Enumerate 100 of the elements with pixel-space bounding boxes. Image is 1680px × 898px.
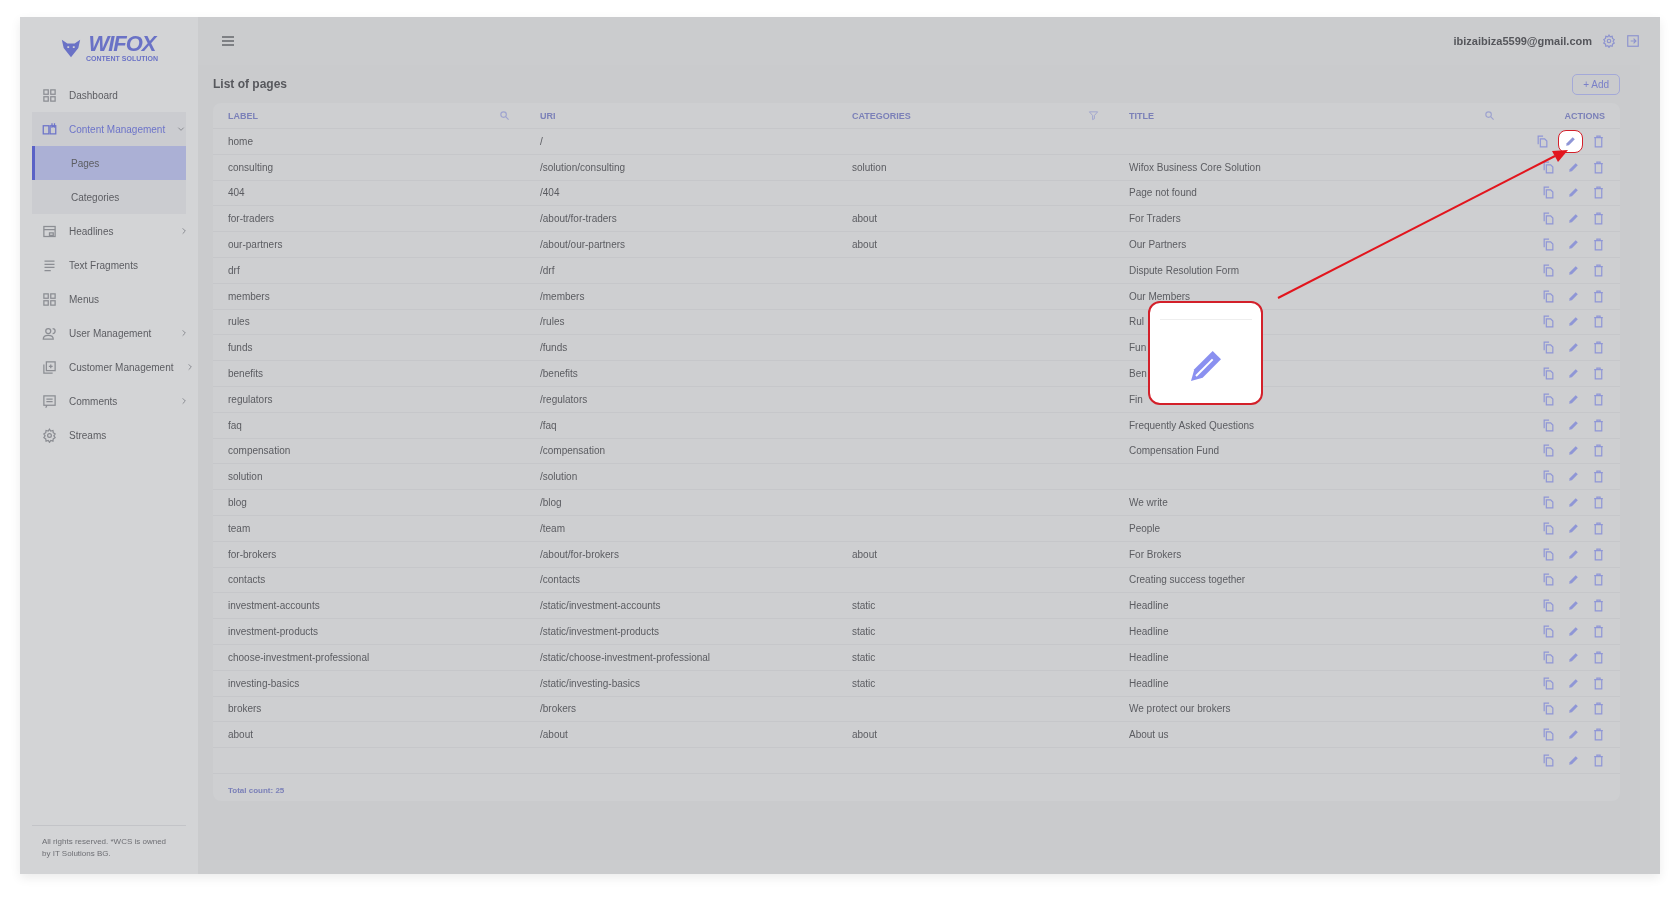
- table-cell: our-partners: [228, 239, 283, 251]
- search-icon[interactable]: [499, 110, 510, 121]
- filter-icon[interactable]: [1088, 110, 1099, 121]
- column-header: LABEL: [228, 110, 258, 121]
- search-icon[interactable]: [1484, 110, 1495, 121]
- pencil-icon: [1567, 599, 1580, 613]
- table-cell: /about/our-partners: [540, 239, 626, 251]
- logo-text: WIFOX: [88, 32, 156, 55]
- book-icon: [42, 121, 57, 137]
- sidebar-subitem[interactable]: Categories: [32, 180, 186, 214]
- sidebar-subitem[interactable]: Pages: [32, 146, 186, 180]
- table-cell: /funds: [540, 342, 568, 354]
- copy-icon: [1542, 315, 1555, 329]
- table-cell: /drf: [540, 264, 555, 276]
- table-cell: People: [1129, 522, 1161, 534]
- copy-icon: [1542, 444, 1555, 458]
- pencil-icon: [1567, 263, 1580, 277]
- table-cell: Page not found: [1129, 187, 1197, 199]
- table-cell: Headline: [1129, 651, 1169, 663]
- settings-icon: [1602, 34, 1616, 48]
- sidebar-item[interactable]: Content Management: [32, 112, 186, 146]
- trash-icon: [1592, 573, 1605, 587]
- sidebar-item[interactable]: Headlines: [20, 214, 198, 248]
- table-cell: members: [228, 290, 270, 302]
- table-cell: /blog: [540, 497, 562, 509]
- trash-icon: [1592, 212, 1605, 226]
- trash-icon: [1592, 238, 1605, 252]
- table-cell: rules: [228, 316, 250, 328]
- table-cell: Creating success together: [1129, 574, 1246, 586]
- settings-button[interactable]: [1602, 34, 1616, 48]
- table-cell: /static/investment-accounts: [540, 600, 661, 612]
- sidebar-item[interactable]: Comments: [20, 384, 198, 418]
- trash-icon: [1592, 134, 1605, 148]
- copy-icon: [1542, 160, 1555, 174]
- copy-icon: [1542, 263, 1555, 277]
- menu-icon: [220, 33, 236, 49]
- trash-icon: [1592, 754, 1605, 767]
- copy-icon: [1542, 599, 1555, 613]
- table-cell: /static/choose-investment-professional: [540, 651, 711, 663]
- sidebar-item[interactable]: User Management: [20, 316, 198, 350]
- column-header: ACTIONS: [1564, 110, 1605, 121]
- sidebar-item[interactable]: Dashboard: [20, 78, 198, 112]
- table-cell: static: [852, 677, 876, 689]
- table-cell: regulators: [228, 393, 273, 405]
- table-cell: /404: [540, 187, 560, 199]
- table-cell: Frequently Asked Questions: [1129, 419, 1255, 431]
- table-cell: home: [228, 135, 253, 147]
- table-cell: choose-investment-professional: [228, 651, 370, 663]
- table-cell: contacts: [228, 574, 266, 586]
- lines-icon: [42, 257, 57, 273]
- page-title: List of pages: [213, 77, 287, 91]
- copy-icon: [1542, 418, 1555, 432]
- pencil-icon: [1567, 212, 1580, 226]
- trash-icon: [1592, 650, 1605, 664]
- menu-button[interactable]: [220, 33, 236, 49]
- table-cell: We protect our brokers: [1129, 703, 1231, 715]
- table-cell: static: [852, 626, 876, 638]
- trash-icon: [1592, 186, 1605, 200]
- settings-icon: [42, 427, 57, 443]
- sidebar-item[interactable]: Menus: [20, 282, 198, 316]
- trash-icon: [1592, 418, 1605, 432]
- table-cell: /compensation: [540, 445, 606, 457]
- copy-icon: [1536, 134, 1549, 148]
- pencil-icon: [1567, 160, 1580, 174]
- grid-icon: [42, 87, 57, 103]
- logout-button[interactable]: [1626, 34, 1640, 48]
- edit-button[interactable]: [1558, 129, 1583, 153]
- trash-icon: [1592, 263, 1605, 277]
- table-cell: /solution: [540, 471, 578, 483]
- table-cell: about: [852, 729, 878, 741]
- sidebar-item[interactable]: Customer Management: [20, 350, 198, 384]
- table-cell: consulting: [228, 161, 274, 173]
- table-cell: We write: [1129, 497, 1168, 509]
- sidebar-item[interactable]: Text Fragments: [20, 248, 198, 282]
- table-cell: /members: [540, 290, 585, 302]
- table-cell: /rules: [540, 316, 565, 328]
- table-cell: for-traders: [228, 213, 275, 225]
- table-cell: Our Members: [1129, 290, 1191, 302]
- table-cell: team: [228, 522, 251, 534]
- copy-icon: [1542, 754, 1555, 767]
- sidebar-item[interactable]: Streams: [20, 418, 198, 452]
- table-cell: /static/investing-basics: [540, 677, 641, 689]
- table-cell: /about/for-brokers: [540, 548, 619, 560]
- pencil-icon: [1567, 728, 1580, 742]
- table-cell: solution: [852, 161, 887, 173]
- trash-icon: [1592, 444, 1605, 458]
- pencil-icon: [1567, 444, 1580, 458]
- table-cell: Fun: [1129, 342, 1147, 354]
- pencil-icon: [1567, 315, 1580, 329]
- pencil-icon: [1567, 470, 1580, 484]
- copy-icon: [1542, 625, 1555, 639]
- table-cell: investing-basics: [228, 677, 300, 689]
- logout-icon: [1626, 34, 1640, 48]
- table-cell: investment-products: [228, 626, 319, 638]
- table-cell: About us: [1129, 729, 1169, 741]
- copy-icon: [1542, 547, 1555, 561]
- trash-icon: [1592, 702, 1605, 716]
- table-cell: /benefits: [540, 368, 578, 380]
- table-cell: Ben: [1129, 368, 1147, 380]
- table-cell: /static/investment-products: [540, 626, 659, 638]
